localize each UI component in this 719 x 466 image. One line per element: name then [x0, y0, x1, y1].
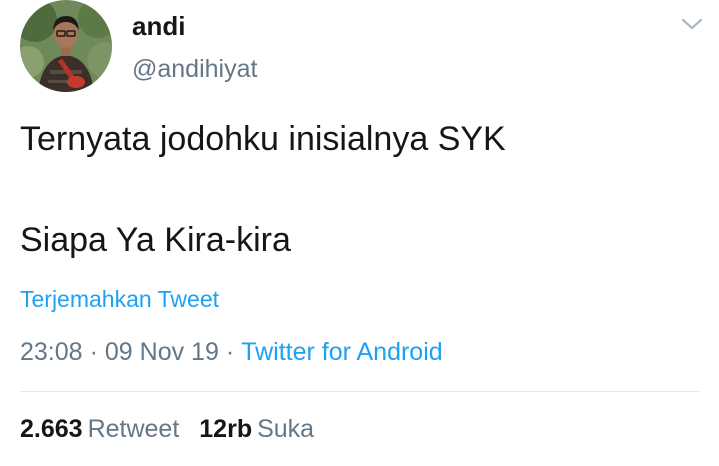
- tweet-detail: andi @andihiyat Ternyata jodohku inisial…: [0, 0, 719, 466]
- meta-separator: ·: [89, 338, 98, 366]
- tweet-text-line: Ternyata jodohku inisialnya SYK: [20, 120, 506, 158]
- likes-label: Suka: [257, 415, 315, 443]
- user-handle[interactable]: @andihiyat: [132, 55, 257, 84]
- meta-separator: ·: [225, 338, 235, 366]
- divider: [20, 391, 699, 392]
- likes-stat[interactable]: 12rb Suka: [199, 415, 314, 443]
- retweets-label: Retweet: [87, 415, 180, 443]
- tweet-time: 23:08: [20, 338, 83, 366]
- chevron-down-icon[interactable]: [678, 14, 706, 34]
- tweet-stats: 2.663 Retweet 12rb Suka: [20, 415, 314, 444]
- tweet-source-link[interactable]: Twitter for Android: [241, 338, 442, 366]
- retweets-count: 2.663: [20, 415, 83, 443]
- avatar[interactable]: [20, 0, 112, 92]
- display-name[interactable]: andi: [132, 11, 185, 42]
- translate-tweet-link[interactable]: Terjemahkan Tweet: [20, 286, 219, 313]
- tweet-meta: 23:08 · 09 Nov 19 · Twitter for Android: [20, 338, 443, 367]
- tweet-date: 09 Nov 19: [104, 338, 219, 366]
- tweet-text-line: Siapa Ya Kira-kira: [20, 221, 291, 259]
- likes-count: 12rb: [199, 415, 253, 443]
- retweets-stat[interactable]: 2.663 Retweet: [20, 415, 179, 443]
